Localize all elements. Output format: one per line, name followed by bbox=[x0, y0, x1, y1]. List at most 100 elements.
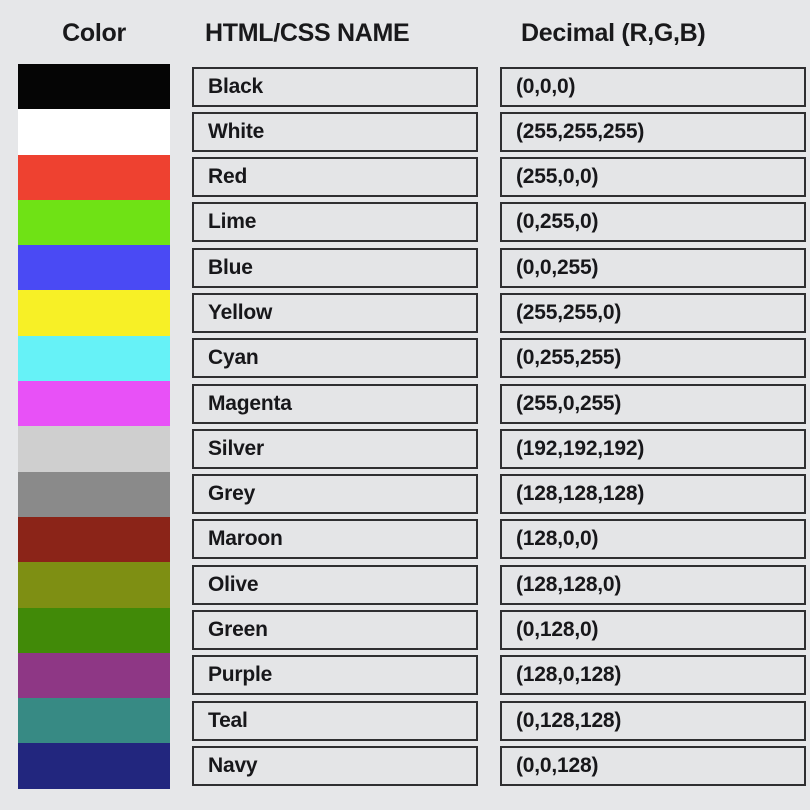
color-name-label: Lime bbox=[208, 210, 257, 234]
decimal-rgb-label: (0,0,128) bbox=[516, 753, 599, 777]
color-swatch-cell bbox=[18, 154, 170, 200]
decimal-rgb-cell: (192,192,192) bbox=[500, 428, 806, 469]
color-name-cell: White bbox=[192, 111, 478, 152]
color-swatch-cell bbox=[18, 199, 170, 246]
decimal-rgb-cell: (255,255,255) bbox=[500, 111, 806, 152]
color-name-cell: Navy bbox=[192, 745, 478, 786]
color-name-label: Maroon bbox=[208, 527, 283, 551]
decimal-rgb-cell: (255,0,255) bbox=[500, 383, 806, 424]
decimal-rgb-label: (255,255,255) bbox=[516, 119, 645, 143]
color-swatch-cell bbox=[18, 109, 170, 155]
decimal-rgb-label: (128,128,0) bbox=[516, 572, 622, 596]
table-row: Silver (192,192,192) bbox=[0, 426, 810, 472]
color-swatch-cell bbox=[18, 290, 170, 336]
decimal-rgb-cell: (0,255,255) bbox=[500, 338, 806, 379]
color-swatch bbox=[18, 516, 170, 563]
table-body: Black (0,0,0) White (255,255,255) Red (255,0,… bbox=[0, 64, 810, 789]
color-reference-table: Color HTML/CSS NAME Decimal (R,G,B) Blac… bbox=[0, 0, 810, 810]
table-row: Grey (128,128,128) bbox=[0, 471, 810, 517]
decimal-rgb-cell: (0,0,255) bbox=[500, 247, 806, 288]
color-name-label: Green bbox=[208, 618, 268, 642]
table-row: Navy (0,0,128) bbox=[0, 743, 810, 789]
decimal-rgb-cell: (128,128,0) bbox=[500, 564, 806, 605]
color-name-label: Purple bbox=[208, 663, 273, 687]
color-name-label: Olive bbox=[208, 572, 259, 596]
decimal-rgb-label: (255,0,0) bbox=[516, 165, 599, 189]
color-name-label: Navy bbox=[208, 753, 258, 777]
table-row: Blue (0,0,255) bbox=[0, 245, 810, 291]
color-swatch-cell bbox=[18, 698, 170, 744]
decimal-rgb-label: (0,128,128) bbox=[516, 708, 622, 732]
color-swatch bbox=[18, 471, 170, 517]
decimal-rgb-label: (128,128,128) bbox=[516, 482, 645, 506]
table-row: Purple (128,0,128) bbox=[0, 652, 810, 699]
color-name-cell: Purple bbox=[192, 655, 478, 696]
color-swatch-cell bbox=[18, 381, 170, 427]
color-swatch bbox=[18, 426, 170, 472]
table-row: Maroon (128,0,0) bbox=[0, 516, 810, 563]
table-row: White (255,255,255) bbox=[0, 109, 810, 155]
color-swatch bbox=[18, 154, 170, 200]
decimal-rgb-cell: (0,128,0) bbox=[500, 610, 806, 651]
color-swatch-cell bbox=[18, 335, 170, 382]
color-name-cell: Blue bbox=[192, 247, 478, 288]
color-swatch-cell bbox=[18, 743, 170, 789]
decimal-rgb-cell: (0,0,128) bbox=[500, 745, 806, 786]
decimal-rgb-cell: (255,255,0) bbox=[500, 292, 806, 333]
color-swatch bbox=[18, 199, 170, 246]
decimal-rgb-cell: (0,0,0) bbox=[500, 66, 806, 107]
color-name-cell: Lime bbox=[192, 202, 478, 243]
color-name-cell: Cyan bbox=[192, 338, 478, 379]
decimal-rgb-label: (0,255,255) bbox=[516, 346, 622, 370]
decimal-rgb-label: (255,255,0) bbox=[516, 300, 622, 324]
color-name-label: Teal bbox=[208, 708, 248, 732]
decimal-rgb-cell: (0,128,128) bbox=[500, 700, 806, 741]
color-name-label: Grey bbox=[208, 482, 256, 506]
table-row: Yellow (255,255,0) bbox=[0, 290, 810, 336]
color-name-cell: Silver bbox=[192, 428, 478, 469]
color-swatch-cell bbox=[18, 562, 170, 608]
color-name-cell: Green bbox=[192, 610, 478, 651]
decimal-rgb-label: (255,0,255) bbox=[516, 391, 622, 415]
color-swatch bbox=[18, 381, 170, 427]
table-row: Black (0,0,0) bbox=[0, 64, 810, 110]
table-row: Magenta (255,0,255) bbox=[0, 381, 810, 427]
color-swatch-cell bbox=[18, 471, 170, 517]
decimal-rgb-label: (128,0,128) bbox=[516, 663, 622, 687]
color-name-cell: Red bbox=[192, 157, 478, 198]
decimal-rgb-label: (128,0,0) bbox=[516, 527, 599, 551]
color-swatch-cell bbox=[18, 64, 170, 110]
color-name-cell: Teal bbox=[192, 700, 478, 741]
color-name-label: White bbox=[208, 119, 265, 143]
color-name-label: Magenta bbox=[208, 391, 292, 415]
color-name-cell: Magenta bbox=[192, 383, 478, 424]
color-swatch bbox=[18, 607, 170, 653]
color-swatch bbox=[18, 698, 170, 744]
color-name-label: Yellow bbox=[208, 300, 273, 324]
color-swatch bbox=[18, 245, 170, 291]
table-row: Cyan (0,255,255) bbox=[0, 335, 810, 382]
color-swatch bbox=[18, 64, 170, 110]
color-name-label: Black bbox=[208, 74, 264, 98]
color-name-label: Blue bbox=[208, 255, 253, 279]
color-name-label: Red bbox=[208, 165, 248, 189]
color-swatch bbox=[18, 335, 170, 382]
color-swatch bbox=[18, 562, 170, 608]
decimal-rgb-label: (0,128,0) bbox=[516, 618, 599, 642]
color-swatch-cell bbox=[18, 516, 170, 563]
color-swatch bbox=[18, 743, 170, 789]
decimal-rgb-label: (0,0,0) bbox=[516, 74, 576, 98]
table-row: Red (255,0,0) bbox=[0, 154, 810, 200]
table-row: Lime (0,255,0) bbox=[0, 199, 810, 246]
color-name-label: Cyan bbox=[208, 346, 259, 370]
color-swatch bbox=[18, 290, 170, 336]
decimal-rgb-label: (0,0,255) bbox=[516, 255, 599, 279]
color-swatch-cell bbox=[18, 426, 170, 472]
column-header-html-css-name: HTML/CSS NAME bbox=[205, 19, 410, 47]
color-name-cell: Maroon bbox=[192, 519, 478, 560]
table-row: Green (0,128,0) bbox=[0, 607, 810, 653]
color-swatch-cell bbox=[18, 652, 170, 699]
column-header-decimal-rgb: Decimal (R,G,B) bbox=[521, 19, 706, 47]
color-name-label: Silver bbox=[208, 436, 265, 460]
color-swatch bbox=[18, 652, 170, 699]
